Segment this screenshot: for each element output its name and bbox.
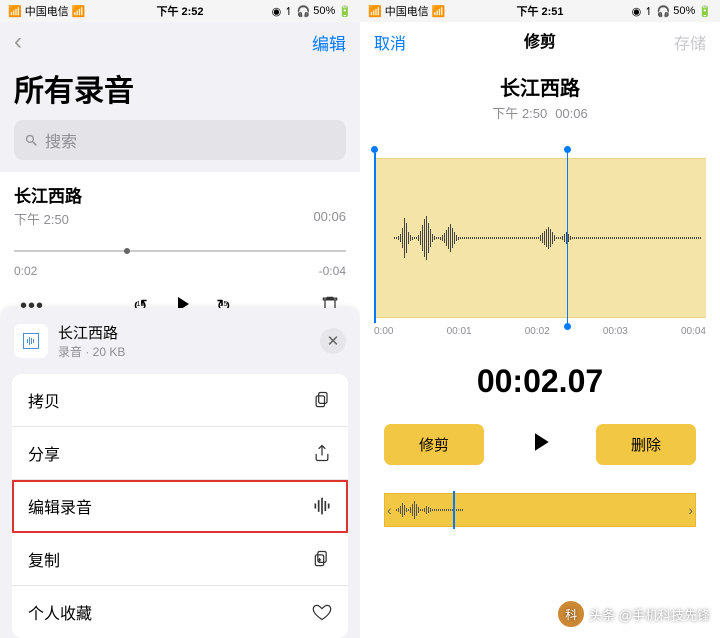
- delete-button[interactable]: 删除: [596, 424, 696, 465]
- cancel-button[interactable]: 取消: [374, 30, 406, 54]
- file-type-icon: [14, 324, 48, 358]
- wifi-icon: 📶: [432, 5, 446, 18]
- voice-memos-list-screen: 📶中国电信📶 下午 2:52 ◉ ↿ 🎧50%🔋 ‹ 编辑 所有录音 搜索 长江…: [0, 0, 360, 638]
- favorite-action[interactable]: 个人收藏: [12, 586, 348, 638]
- status-bar: 📶中国电信📶 下午 2:51 ◉ ↿ 🎧50%🔋: [360, 0, 720, 22]
- copy-label: 拷贝: [28, 388, 60, 412]
- page-title: 所有录音: [0, 62, 360, 120]
- wifi-icon: 📶: [72, 5, 86, 18]
- duplicate-action[interactable]: 复制: [12, 533, 348, 586]
- recording-name: 长江西路: [14, 182, 346, 207]
- status-time: 下午 2:51: [516, 3, 563, 19]
- nav-bar: ‹ 编辑: [0, 22, 360, 62]
- playhead-time: 00:02.07: [360, 363, 720, 400]
- close-icon[interactable]: ✕: [320, 328, 346, 354]
- search-placeholder: 搜索: [45, 128, 77, 152]
- playhead-marker[interactable]: [453, 491, 455, 529]
- search-icon: [24, 133, 39, 148]
- waveform-icon: [312, 496, 332, 516]
- waveform-bars: [374, 159, 706, 317]
- recording-name: 长江西路: [360, 72, 720, 101]
- save-button[interactable]: 存储: [674, 30, 706, 54]
- trim-recording-screen: 📶中国电信📶 下午 2:51 ◉ ↿ 🎧50%🔋 取消 修剪 存储 长江西路 下…: [360, 0, 720, 638]
- scrubber-thumb[interactable]: [124, 248, 130, 254]
- trim-handle-left[interactable]: [374, 153, 376, 323]
- watermark: 科 头条 @手机科技先锋: [557, 600, 710, 628]
- edit-button[interactable]: 编辑: [312, 30, 346, 55]
- share-action[interactable]: 分享: [12, 427, 348, 480]
- trim-button[interactable]: 修剪: [384, 424, 484, 465]
- copy-icon: [312, 390, 332, 410]
- signal-icon: 📶: [8, 5, 22, 18]
- watermark-avatar-icon: 科: [557, 600, 585, 628]
- recording-time: 下午 2:50: [14, 209, 69, 228]
- location-icon: ◉ ↿ 🎧: [632, 5, 671, 18]
- chevron-left-icon: ‹: [387, 502, 392, 518]
- battery-icon: 🔋: [698, 5, 712, 18]
- carrier-label: 中国电信: [385, 3, 429, 19]
- status-bar: 📶中国电信📶 下午 2:52 ◉ ↿ 🎧50%🔋: [0, 0, 360, 22]
- recording-meta: 下午 2:5000:06: [360, 103, 720, 122]
- waveform-editor[interactable]: [374, 158, 706, 318]
- heart-icon: [312, 602, 332, 622]
- share-label: 分享: [28, 441, 60, 465]
- battery-label: 50%: [673, 5, 695, 17]
- watermark-text: 头条 @手机科技先锋: [589, 605, 710, 624]
- chevron-right-icon: ›: [688, 502, 693, 518]
- battery-icon: 🔋: [338, 5, 352, 18]
- elapsed-time: 0:02: [14, 264, 37, 278]
- trim-handle-right[interactable]: [567, 153, 569, 323]
- edit-recording-action[interactable]: 编辑录音: [12, 480, 348, 533]
- carrier-label: 中国电信: [25, 3, 69, 19]
- waveform-mini: [396, 500, 685, 520]
- recording-duration: 00:06: [313, 209, 346, 228]
- edit-recording-label: 编辑录音: [28, 494, 92, 518]
- search-input[interactable]: 搜索: [14, 120, 346, 160]
- signal-icon: 📶: [368, 5, 382, 18]
- play-button[interactable]: [525, 427, 555, 462]
- copy-action[interactable]: 拷贝: [12, 374, 348, 427]
- battery-label: 50%: [313, 5, 335, 17]
- back-chevron-icon[interactable]: ‹: [14, 28, 22, 56]
- remaining-time: -0:04: [319, 264, 346, 278]
- scrubber[interactable]: [14, 242, 346, 260]
- status-time: 下午 2:52: [156, 3, 203, 19]
- action-list: 拷贝 分享 编辑录音 复制 个人收藏: [12, 374, 348, 638]
- favorite-label: 个人收藏: [28, 600, 92, 624]
- overview-track[interactable]: ‹ ›: [384, 493, 696, 527]
- duplicate-icon: [312, 549, 332, 569]
- time-ruler: 0:00 00:01 00:02 00:03 00:04: [360, 318, 720, 337]
- duplicate-label: 复制: [28, 547, 60, 571]
- sheet-file-name: 长江西路: [58, 322, 310, 343]
- location-icon: ◉ ↿ 🎧: [272, 5, 311, 18]
- share-icon: [312, 443, 332, 463]
- trim-title: 修剪: [524, 34, 556, 51]
- share-sheet: 长江西路 录音 · 20 KB ✕ 拷贝 分享 编辑录音 复制: [0, 308, 360, 638]
- trim-header: 取消 修剪 存储: [360, 22, 720, 58]
- sheet-file-meta: 录音 · 20 KB: [58, 343, 310, 360]
